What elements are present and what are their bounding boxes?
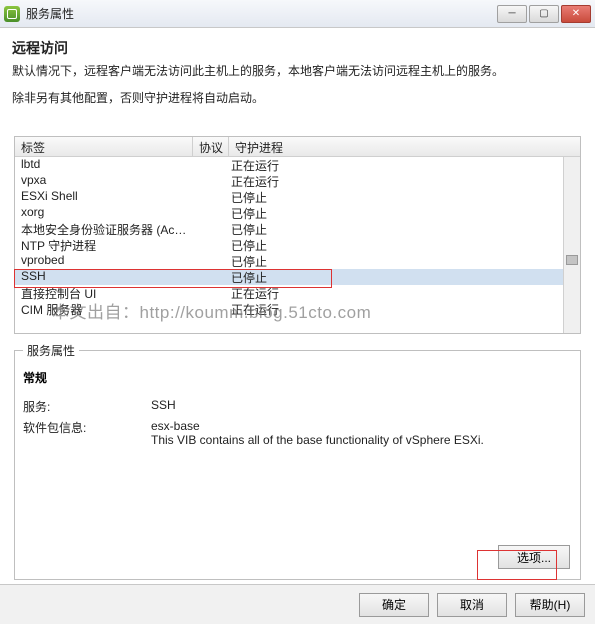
table-row[interactable]: ESXi Shell 已停止 (15, 189, 580, 205)
options-button-wrap: 选项... (498, 545, 570, 569)
cell-protocol (193, 237, 229, 253)
cell-protocol (193, 189, 229, 205)
section-title: 远程访问 (12, 38, 583, 58)
kv-package: 软件包信息: esx-base This VIB contains all of… (23, 419, 572, 447)
package-desc: This VIB contains all of the base functi… (151, 433, 572, 447)
options-button[interactable]: 选项... (498, 545, 570, 569)
ok-button[interactable]: 确定 (359, 593, 429, 617)
table-row[interactable]: SSH 已停止 (15, 269, 580, 285)
cell-label: NTP 守护进程 (15, 237, 193, 253)
app-icon (4, 6, 20, 22)
table-row[interactable]: xorg 已停止 (15, 205, 580, 221)
col-label[interactable]: 标签 (15, 137, 193, 156)
table-header: 标签 协议 守护进程 (15, 137, 580, 157)
cell-label: vpxa (15, 173, 193, 189)
cell-label: ESXi Shell (15, 189, 193, 205)
cell-daemon: 已停止 (229, 221, 580, 237)
table-row[interactable]: lbtd 正在运行 (15, 157, 580, 173)
cell-label: 本地安全身份验证服务器 (Active... (15, 221, 193, 237)
services-table: 标签 协议 守护进程 lbtd 正在运行 vpxa 正在运行 ESXi Shell 已停止… (14, 136, 581, 334)
service-value: SSH (151, 398, 572, 415)
scrollbar-thumb[interactable] (566, 255, 578, 265)
cell-daemon: 已停止 (229, 269, 580, 285)
window-titlebar: 服务属性 ─ ▢ ✕ (0, 0, 595, 28)
vertical-scrollbar[interactable] (563, 157, 580, 333)
minimize-button[interactable]: ─ (497, 5, 527, 23)
cell-daemon: 已停止 (229, 189, 580, 205)
table-row[interactable]: 直接控制台 UI 正在运行 (15, 285, 580, 301)
window-buttons: ─ ▢ ✕ (495, 5, 591, 23)
cell-daemon: 正在运行 (229, 157, 580, 173)
section-desc-2: 除非另有其他配置，否则守护进程将自动启动。 (12, 89, 583, 106)
col-daemon[interactable]: 守护进程 (229, 137, 580, 156)
window-title: 服务属性 (26, 5, 495, 22)
kv-service: 服务: SSH (23, 398, 572, 415)
cell-label: 直接控制台 UI (15, 285, 193, 301)
service-properties-group: 服务属性 常规 服务: SSH 软件包信息: esx-base This VIB… (14, 350, 581, 580)
cancel-button[interactable]: 取消 (437, 593, 507, 617)
group-legend: 服务属性 (23, 342, 79, 359)
service-key: 服务: (23, 398, 151, 415)
help-button[interactable]: 帮助(H) (515, 593, 585, 617)
cell-daemon: 已停止 (229, 253, 580, 269)
cell-daemon: 已停止 (229, 237, 580, 253)
cell-label: lbtd (15, 157, 193, 173)
col-protocol[interactable]: 协议 (193, 137, 229, 156)
cell-protocol (193, 301, 229, 317)
cell-label: xorg (15, 205, 193, 221)
cell-label: vprobed (15, 253, 193, 269)
close-button[interactable]: ✕ (561, 5, 591, 23)
cell-label: SSH (15, 269, 193, 285)
cell-label: CIM 服务器 (15, 301, 193, 317)
table-row[interactable]: vpxa 正在运行 (15, 173, 580, 189)
table-body: lbtd正在运行vpxa正在运行ESXi Shell已停止xorg已停止本地安全… (15, 157, 580, 317)
cell-protocol (193, 173, 229, 189)
package-key: 软件包信息: (23, 419, 151, 447)
cell-daemon: 已停止 (229, 205, 580, 221)
cell-protocol (193, 285, 229, 301)
cell-daemon: 正在运行 (229, 301, 580, 317)
cell-protocol (193, 205, 229, 221)
table-row[interactable]: 本地安全身份验证服务器 (Active... 已停止 (15, 221, 580, 237)
cell-daemon: 正在运行 (229, 173, 580, 189)
table-row[interactable]: CIM 服务器 正在运行 (15, 301, 580, 317)
group-heading: 常规 (23, 369, 580, 386)
cell-protocol (193, 221, 229, 237)
cell-protocol (193, 253, 229, 269)
package-value: esx-base This VIB contains all of the ba… (151, 419, 572, 447)
section-desc-1: 默认情况下，远程客户端无法访问此主机上的服务，本地客户端无法访问远程主机上的服务… (12, 62, 583, 81)
cell-protocol (193, 269, 229, 285)
maximize-button[interactable]: ▢ (529, 5, 559, 23)
table-row[interactable]: NTP 守护进程 已停止 (15, 237, 580, 253)
package-name: esx-base (151, 419, 572, 433)
table-row[interactable]: vprobed 已停止 (15, 253, 580, 269)
cell-daemon: 正在运行 (229, 285, 580, 301)
cell-protocol (193, 157, 229, 173)
dialog-content: 远程访问 默认情况下，远程客户端无法访问此主机上的服务，本地客户端无法访问远程主… (0, 28, 595, 584)
dialog-bottom-bar: 确定 取消 帮助(H) (0, 584, 595, 624)
